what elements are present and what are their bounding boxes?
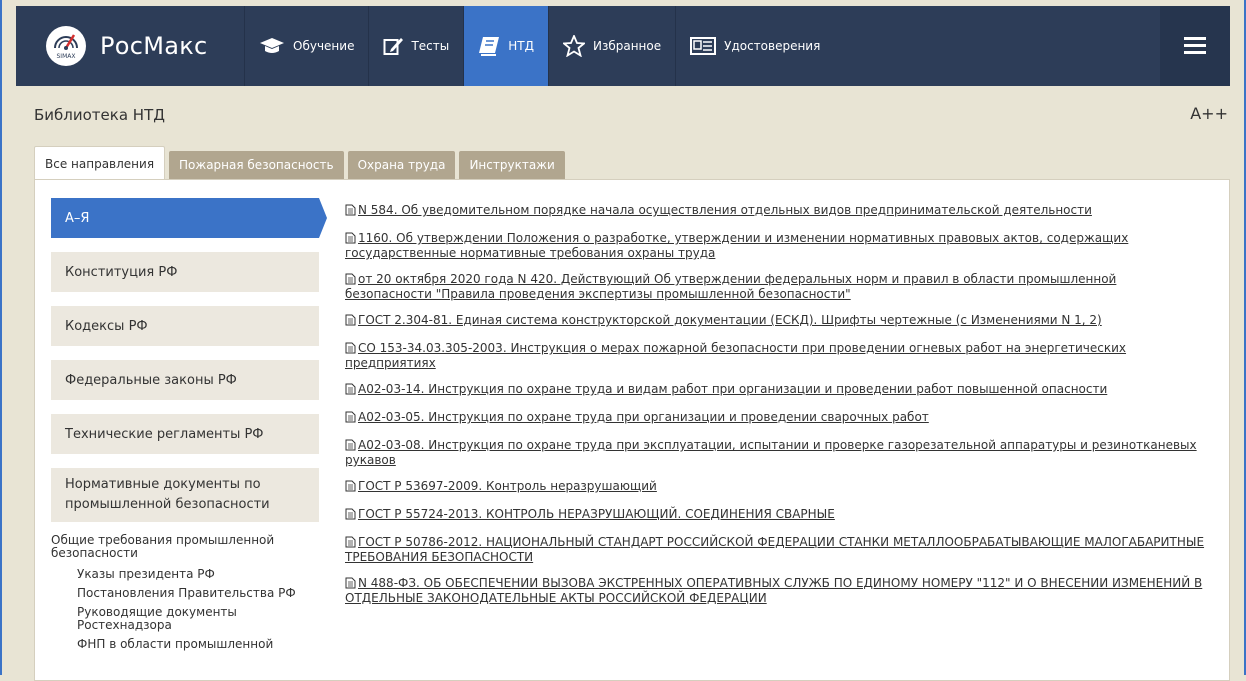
document-icon <box>345 439 356 454</box>
document-title: N 584. Об уведомительном порядке начала … <box>358 203 1092 217</box>
document-link[interactable]: ГОСТ Р 55724-2013. КОНТРОЛЬ НЕРАЗРУШАЮЩИ… <box>345 508 1205 523</box>
nav-item-favorites[interactable]: Избранное <box>547 6 675 86</box>
book-icon <box>478 36 500 56</box>
font-size-toggle[interactable]: A++ <box>1190 104 1228 123</box>
document-icon <box>345 536 356 551</box>
document-title: ГОСТ Р 50786-2012. НАЦИОНАЛЬНЫЙ СТАНДАРТ… <box>345 535 1205 564</box>
nav-item-tests[interactable]: Тесты <box>368 6 463 86</box>
nav-label: НТД <box>508 39 534 53</box>
simax-logo: SIMAX <box>46 26 86 66</box>
document-title: от 20 октября 2020 года N 420. Действующ… <box>345 272 1117 301</box>
library-panel: А–Я Конституция РФ Кодексы РФ Федеральны… <box>34 179 1230 681</box>
document-icon <box>345 204 356 219</box>
document-link[interactable]: А02-03-14. Инструкция по охране труда и … <box>345 383 1205 398</box>
sidebar-subgroup[interactable]: Общие требования промышленной безопаснос… <box>51 534 281 560</box>
document-title: N 488-ФЗ. ОБ ОБЕСПЕЧЕНИИ ВЫЗОВА ЭКСТРЕНН… <box>345 576 1203 605</box>
certificate-icon <box>690 37 717 55</box>
document-icon <box>345 383 356 398</box>
star-icon <box>562 35 585 57</box>
nav-label: Удостоверения <box>724 39 821 53</box>
document-title: ГОСТ Р 55724-2013. КОНТРОЛЬ НЕРАЗРУШАЮЩИ… <box>358 507 835 521</box>
sidebar-item-industrial-safety[interactable]: Нормативные документы по промышленной бе… <box>51 468 319 522</box>
tab-fire-safety[interactable]: Пожарная безопасность <box>169 151 344 179</box>
brand[interactable]: SIMAX РосМакс <box>16 6 244 86</box>
nav-item-certificates[interactable]: Удостоверения <box>675 6 834 86</box>
sidebar: А–Я Конституция РФ Кодексы РФ Федеральны… <box>51 198 327 651</box>
sidebar-item-constitution[interactable]: Конституция РФ <box>51 252 319 292</box>
document-link[interactable]: от 20 октября 2020 года N 420. Действующ… <box>345 273 1205 301</box>
document-title: ГОСТ Р 53697-2009. Контроль неразрушающи… <box>358 479 657 493</box>
tab-briefings[interactable]: Инструктажи <box>459 151 565 179</box>
brand-name: РосМакс <box>100 32 208 60</box>
document-link[interactable]: N 584. Об уведомительном порядке начала … <box>345 204 1205 219</box>
sidebar-item-tech-regulations[interactable]: Технические регламенты РФ <box>51 414 319 454</box>
nav-label: Избранное <box>592 39 662 53</box>
graduation-cap-icon <box>259 37 285 55</box>
document-icon <box>345 577 356 592</box>
document-link[interactable]: ГОСТ Р 53697-2009. Контроль неразрушающи… <box>345 480 1205 495</box>
sidebar-subitem[interactable]: Руководящие документы Ростехнадзора <box>51 606 247 632</box>
sidebar-item-a-z[interactable]: А–Я <box>51 198 327 238</box>
document-link[interactable]: N 488-ФЗ. ОБ ОБЕСПЕЧЕНИИ ВЫЗОВА ЭКСТРЕНН… <box>345 577 1205 605</box>
sidebar-subitem[interactable]: ФНП в области промышленной <box>51 638 319 651</box>
document-icon <box>345 314 356 329</box>
document-icon <box>345 273 356 288</box>
document-link[interactable]: А02-03-05. Инструкция по охране труда пр… <box>345 411 1205 426</box>
document-icon <box>345 480 356 495</box>
edit-icon <box>383 36 404 56</box>
tab-all[interactable]: Все направления <box>34 146 166 179</box>
nav-label: Обучение <box>293 39 355 53</box>
document-link[interactable]: СО 153-34.03.305-2003. Инструкция о мера… <box>345 342 1205 370</box>
top-navbar: SIMAX РосМакс Обучение Тесты НТД Избранн… <box>16 6 1230 86</box>
nav-item-ntd[interactable]: НТД <box>463 6 548 86</box>
document-title: ГОСТ 2.304-81. Единая система конструкто… <box>358 313 1102 327</box>
document-icon <box>345 342 356 357</box>
sidebar-subitem[interactable]: Указы президента РФ <box>51 568 319 581</box>
document-title: А02-03-14. Инструкция по охране труда и … <box>358 382 1108 396</box>
tab-labor-safety[interactable]: Охрана труда <box>347 151 456 179</box>
document-link[interactable]: ГОСТ 2.304-81. Единая система конструкто… <box>345 314 1205 329</box>
direction-tabs: Все направления Пожарная безопасность Ох… <box>34 146 569 179</box>
menu-button[interactable] <box>1160 6 1230 86</box>
sidebar-item-label: Нормативные документы по промышленной бе… <box>65 477 270 512</box>
document-icon <box>345 411 356 426</box>
document-title: 1160. Об утверждении Положения о разрабо… <box>345 231 1129 260</box>
document-title: А02-03-08. Инструкция по охране труда пр… <box>345 438 1197 467</box>
nav-label: Тесты <box>411 39 450 53</box>
nav-item-education[interactable]: Обучение <box>244 6 368 86</box>
svg-text:SIMAX: SIMAX <box>57 53 76 60</box>
page-title: Библиотека НТД <box>34 106 165 124</box>
sidebar-subitem[interactable]: Постановления Правительства РФ <box>51 587 319 600</box>
document-link[interactable]: А02-03-08. Инструкция по охране труда пр… <box>345 439 1205 467</box>
document-link[interactable]: ГОСТ Р 50786-2012. НАЦИОНАЛЬНЫЙ СТАНДАРТ… <box>345 536 1205 564</box>
sidebar-item-federal-laws[interactable]: Федеральные законы РФ <box>51 360 319 400</box>
sidebar-item-codes[interactable]: Кодексы РФ <box>51 306 319 346</box>
document-title: СО 153-34.03.305-2003. Инструкция о мера… <box>345 341 1127 370</box>
document-title: А02-03-05. Инструкция по охране труда пр… <box>358 410 929 424</box>
document-icon <box>345 508 356 523</box>
document-icon <box>345 232 356 247</box>
document-list: N 584. Об уведомительном порядке начала … <box>345 204 1205 618</box>
hamburger-icon <box>1184 37 1206 55</box>
document-link[interactable]: 1160. Об утверждении Положения о разрабо… <box>345 232 1205 260</box>
